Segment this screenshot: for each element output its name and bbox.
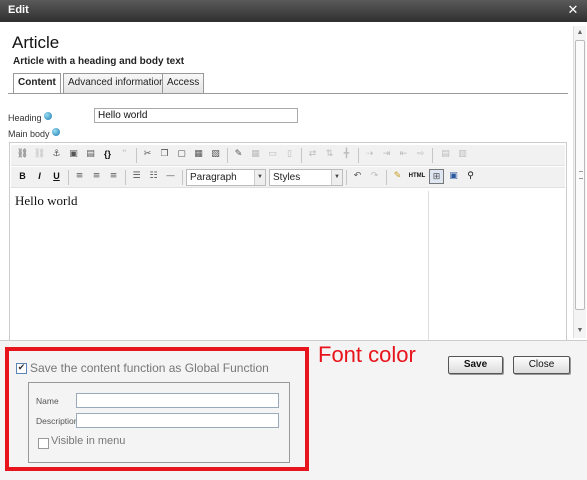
toolbar-separator [227,148,228,163]
tab-advanced-information[interactable]: Advanced information [63,73,170,93]
edit-icon[interactable]: ✎ [231,147,246,162]
anchor-icon[interactable]: ⚓ [49,147,64,162]
editor-body[interactable]: Hello world [11,191,429,361]
name-input[interactable] [76,393,279,408]
toolbar-separator [301,148,302,163]
vertical-scrollbar[interactable]: ▲ ▼ [573,26,586,338]
paste-icon[interactable]: ▢ [174,147,189,162]
delete-row-icon[interactable]: ⇢ [362,147,377,162]
body-label-row: Main body [8,128,60,139]
description-input[interactable] [76,413,279,428]
toolbar-separator [68,170,69,185]
toolbar-separator [182,170,183,185]
scroll-up-icon[interactable]: ▲ [574,28,586,38]
underline-button[interactable]: U [49,169,64,184]
format-select[interactable]: Paragraph ▼ [186,169,266,186]
numbered-list-icon[interactable]: ☷ [146,169,161,184]
page-title: Article [12,33,60,52]
toolbar-separator [358,148,359,163]
copy-icon[interactable]: ❐ [157,147,172,162]
dialog-titlebar: Edit ✕ [0,0,587,22]
grip-icon [579,171,583,179]
chevron-down-icon: ▼ [331,170,342,185]
table-row-icon[interactable]: ▭ [265,147,280,162]
align-center-icon[interactable]: ≡ [89,169,104,184]
quote-icon[interactable]: “ [117,147,132,162]
editor-toolbar-row-1: ⛓ ⛓ ⚓ ▣ ▤ {} “ ✂ ❐ ▢ ▦ ▧ ✎ ▦ ▭ ▯ ⇄ ⇅ ╋ ⇢… [11,145,565,166]
image-icon[interactable]: ▣ [66,147,81,162]
scroll-down-icon[interactable]: ▼ [574,326,586,336]
media-icon[interactable]: ▤ [83,147,98,162]
row-props-icon[interactable]: ▤ [438,147,453,162]
delete-col-icon[interactable]: ⇤ [396,147,411,162]
bold-button[interactable]: B [15,169,30,184]
toolbar-separator [432,148,433,163]
cleanup-icon[interactable]: ✎ [390,169,405,184]
search-icon[interactable]: ⚲ [463,169,478,184]
save-button[interactable]: Save [448,356,503,374]
styles-select-value: Styles [273,172,301,183]
insert-row-icon[interactable]: ╋ [339,147,354,162]
page-subtitle: Article with a heading and body text [13,56,185,67]
redo-icon[interactable]: ↷ [367,169,382,184]
paste-text-icon[interactable]: ▦ [191,147,206,162]
dialog-content: Article Article with a heading and body … [0,22,572,362]
editor-divider [428,191,429,361]
insert-col-icon[interactable]: ⇥ [379,147,394,162]
heading-label-row: Heading [8,112,52,123]
table-split-icon[interactable]: ⇅ [322,147,337,162]
editor-toolbar-row-2: B I U ≡ ≡ ≡ ☰ ☷ — Paragraph ▼ Styles ▼ ↶… [11,167,565,188]
unlink-icon[interactable]: ⛓ [32,147,47,162]
bullet-list-icon[interactable]: ☰ [129,169,144,184]
align-left-icon[interactable]: ≡ [72,169,87,184]
toolbar-separator [346,170,347,185]
global-function-checkbox[interactable]: ✔ [16,363,27,374]
col-props-icon[interactable]: ▥ [455,147,470,162]
main-body-label: Main body [8,129,50,139]
global-function-panel: ✔ Save the content function as Global Fu… [0,340,587,480]
toolbar-separator [125,170,126,185]
tab-content[interactable]: Content [13,73,61,94]
font-color-annotation: Font color [318,342,416,367]
heading-label: Heading [8,113,42,123]
horizontal-rule-icon[interactable]: — [163,169,178,184]
tab-divider [8,93,568,94]
italic-button[interactable]: I [32,169,47,184]
toolbar-separator [136,148,137,163]
cell-props-icon[interactable]: ⇨ [413,147,428,162]
table-col-icon[interactable]: ▯ [282,147,297,162]
name-label: Name [36,396,59,406]
dialog-title: Edit [8,4,29,16]
undo-icon[interactable]: ↶ [350,169,365,184]
table-merge-icon[interactable]: ⇄ [305,147,320,162]
global-function-label: Save the content function as Global Func… [30,361,269,375]
help-icon[interactable] [51,128,60,136]
tab-access[interactable]: Access [162,73,205,93]
highlight-box: ✔ Save the content function as Global Fu… [5,347,309,471]
styles-select[interactable]: Styles ▼ [269,169,343,186]
cut-icon[interactable]: ✂ [140,147,155,162]
visible-in-menu-label: Visible in menu [51,435,126,447]
code-icon[interactable]: {} [100,147,115,162]
visual-aid-icon[interactable]: ⊞ [429,169,444,184]
close-icon[interactable]: ✕ [565,3,581,19]
link-icon[interactable]: ⛓ [15,147,30,162]
help-icon[interactable] [43,112,52,120]
chevron-down-icon: ▼ [254,170,265,185]
close-button[interactable]: Close [513,356,570,374]
fullscreen-icon[interactable]: ▣ [446,169,461,184]
heading-input[interactable] [94,108,298,123]
description-label: Description [36,416,79,426]
toolbar-separator [386,170,387,185]
format-select-value: Paragraph [190,172,237,183]
table-icon[interactable]: ▦ [248,147,263,162]
scrollbar-thumb[interactable] [575,40,585,310]
visible-in-menu-checkbox[interactable] [38,438,49,449]
paste-word-icon[interactable]: ▧ [208,147,223,162]
align-right-icon[interactable]: ≡ [106,169,121,184]
html-source-button[interactable]: HTML [407,169,427,184]
rich-text-editor: ⛓ ⛓ ⚓ ▣ ▤ {} “ ✂ ❐ ▢ ▦ ▧ ✎ ▦ ▭ ▯ ⇄ ⇅ ╋ ⇢… [9,142,567,362]
global-function-fieldset: Name Description Visible in menu [28,382,290,463]
